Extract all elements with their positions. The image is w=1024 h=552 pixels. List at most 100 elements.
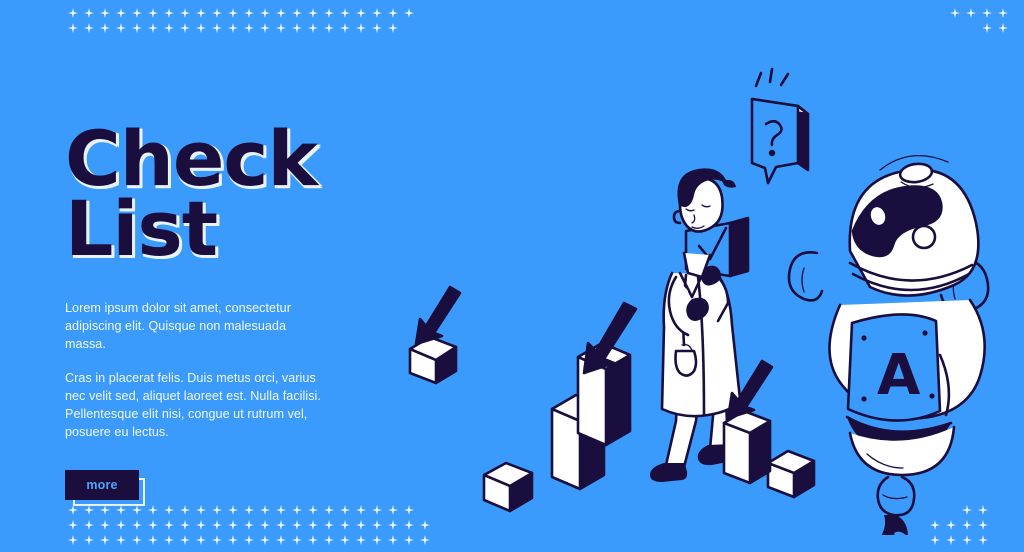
hero-paragraph-secondary: Cras in placerat felis. Duis metus orci,… bbox=[65, 371, 321, 440]
decor-star bbox=[244, 520, 254, 530]
decor-star bbox=[260, 535, 270, 545]
robot-assistant: A bbox=[787, 155, 990, 535]
decor-star bbox=[228, 8, 238, 18]
decor-star bbox=[966, 8, 976, 18]
decor-star bbox=[260, 520, 270, 530]
decor-star bbox=[244, 8, 254, 18]
decor-star bbox=[292, 520, 302, 530]
decor-star bbox=[356, 8, 366, 18]
decor-star bbox=[244, 505, 254, 515]
decor-star bbox=[164, 520, 174, 530]
decor-star bbox=[228, 535, 238, 545]
decor-star bbox=[308, 505, 318, 515]
decor-star bbox=[292, 23, 302, 33]
decor-star bbox=[148, 520, 158, 530]
decor-star bbox=[978, 535, 988, 545]
decor-star bbox=[324, 8, 334, 18]
decor-star bbox=[308, 535, 318, 545]
decor-star bbox=[324, 520, 334, 530]
decor-star bbox=[276, 23, 286, 33]
robot-chest-plate: A bbox=[846, 313, 942, 422]
bar-block-small bbox=[482, 461, 534, 513]
speech-bubble-question-icon bbox=[750, 67, 810, 185]
decor-star bbox=[212, 520, 222, 530]
decor-star bbox=[132, 535, 142, 545]
hero-illustration: .ink { fill: #190e3d; } .paper { fill: #… bbox=[380, 55, 1024, 535]
decor-star bbox=[100, 535, 110, 545]
decor-star bbox=[100, 23, 110, 33]
decor-star bbox=[998, 23, 1008, 33]
decor-star bbox=[148, 8, 158, 18]
checkbox-block-left bbox=[408, 285, 462, 385]
decor-star bbox=[982, 23, 992, 33]
decor-star bbox=[212, 8, 222, 18]
decor-star bbox=[388, 23, 398, 33]
decor-star bbox=[100, 505, 110, 515]
decor-star bbox=[196, 505, 206, 515]
landing-page: Check List Lorem ipsum dolor sit amet, c… bbox=[0, 0, 1024, 552]
more-button[interactable]: more bbox=[65, 469, 139, 500]
bar-chart-blocks bbox=[482, 301, 638, 513]
decor-star bbox=[276, 505, 286, 515]
decor-star bbox=[276, 8, 286, 18]
decor-star bbox=[998, 8, 1008, 18]
decor-star bbox=[116, 23, 126, 33]
decor-star bbox=[68, 535, 78, 545]
decor-star bbox=[372, 8, 382, 18]
decor-star bbox=[164, 23, 174, 33]
decor-star bbox=[180, 520, 190, 530]
decor-star bbox=[132, 23, 142, 33]
decor-star bbox=[950, 8, 960, 18]
decor-star bbox=[308, 520, 318, 530]
bar-block-tall bbox=[576, 301, 638, 447]
decor-star bbox=[212, 535, 222, 545]
decor-star bbox=[148, 535, 158, 545]
decor-star bbox=[244, 23, 254, 33]
decor-star bbox=[116, 520, 126, 530]
decor-star bbox=[340, 535, 350, 545]
more-button-group: more bbox=[65, 469, 145, 506]
robot-left-arm bbox=[787, 251, 824, 302]
decor-star bbox=[260, 8, 270, 18]
decor-star bbox=[84, 505, 94, 515]
decor-star bbox=[84, 535, 94, 545]
decor-star bbox=[84, 23, 94, 33]
decor-star bbox=[356, 505, 366, 515]
star-pattern-top-right bbox=[950, 8, 1008, 33]
star-pattern-bottom-left bbox=[68, 505, 430, 545]
decor-star bbox=[388, 535, 398, 545]
decor-star bbox=[292, 8, 302, 18]
robot-chest-letter: A bbox=[877, 343, 921, 408]
decor-star bbox=[116, 8, 126, 18]
decor-star bbox=[292, 505, 302, 515]
decor-star bbox=[308, 23, 318, 33]
decor-star bbox=[132, 520, 142, 530]
decor-star bbox=[340, 520, 350, 530]
decor-star bbox=[68, 520, 78, 530]
decor-star bbox=[196, 23, 206, 33]
decor-star bbox=[100, 520, 110, 530]
decor-star bbox=[260, 23, 270, 33]
page-title: Check List bbox=[65, 114, 318, 273]
decor-star bbox=[196, 520, 206, 530]
hero-text-column: Check List Lorem ipsum dolor sit amet, c… bbox=[65, 114, 365, 506]
decor-star bbox=[324, 23, 334, 33]
decor-star bbox=[324, 535, 334, 545]
hero-paragraph-primary: Lorem ipsum dolor sit amet, consectetur … bbox=[65, 300, 291, 351]
decor-star bbox=[244, 535, 254, 545]
decor-star bbox=[420, 535, 430, 545]
decor-star bbox=[356, 535, 366, 545]
decor-star bbox=[292, 535, 302, 545]
decor-star bbox=[260, 505, 270, 515]
decor-star bbox=[388, 8, 398, 18]
decor-star bbox=[116, 535, 126, 545]
decor-star bbox=[930, 535, 940, 545]
decor-star bbox=[962, 535, 972, 545]
decor-star bbox=[356, 520, 366, 530]
decor-star bbox=[228, 23, 238, 33]
decor-star bbox=[164, 8, 174, 18]
decor-star bbox=[100, 8, 110, 18]
decor-star bbox=[68, 8, 78, 18]
decor-star bbox=[324, 505, 334, 515]
decor-star bbox=[228, 505, 238, 515]
